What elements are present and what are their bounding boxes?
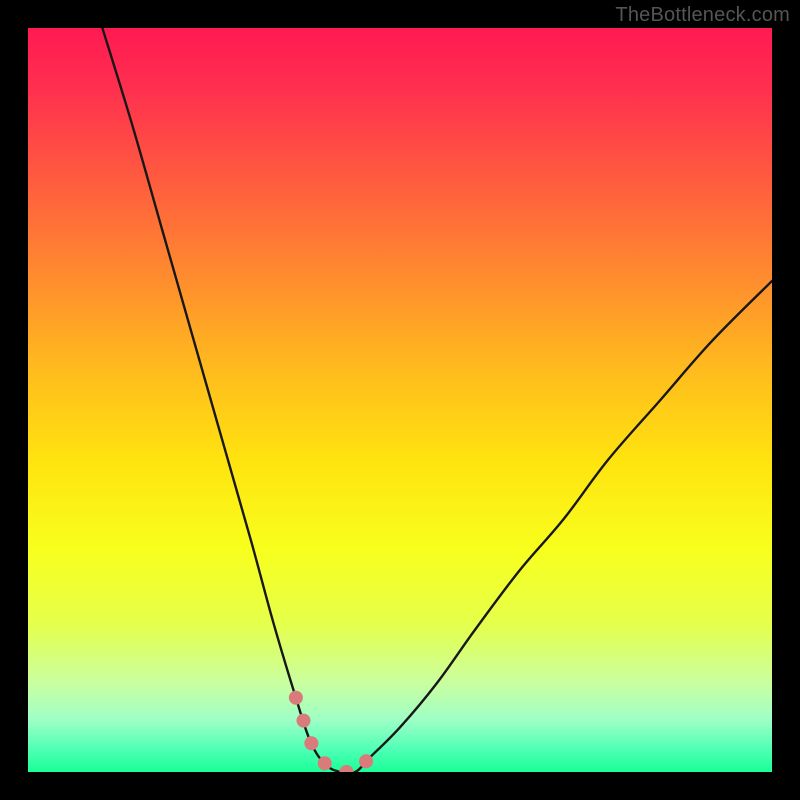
watermark-text: TheBottleneck.com bbox=[615, 4, 790, 27]
chart-frame: TheBottleneck.com bbox=[0, 0, 800, 800]
plot-area bbox=[28, 28, 772, 772]
curve-overlay bbox=[28, 28, 772, 772]
bottleneck-curve bbox=[102, 28, 772, 772]
